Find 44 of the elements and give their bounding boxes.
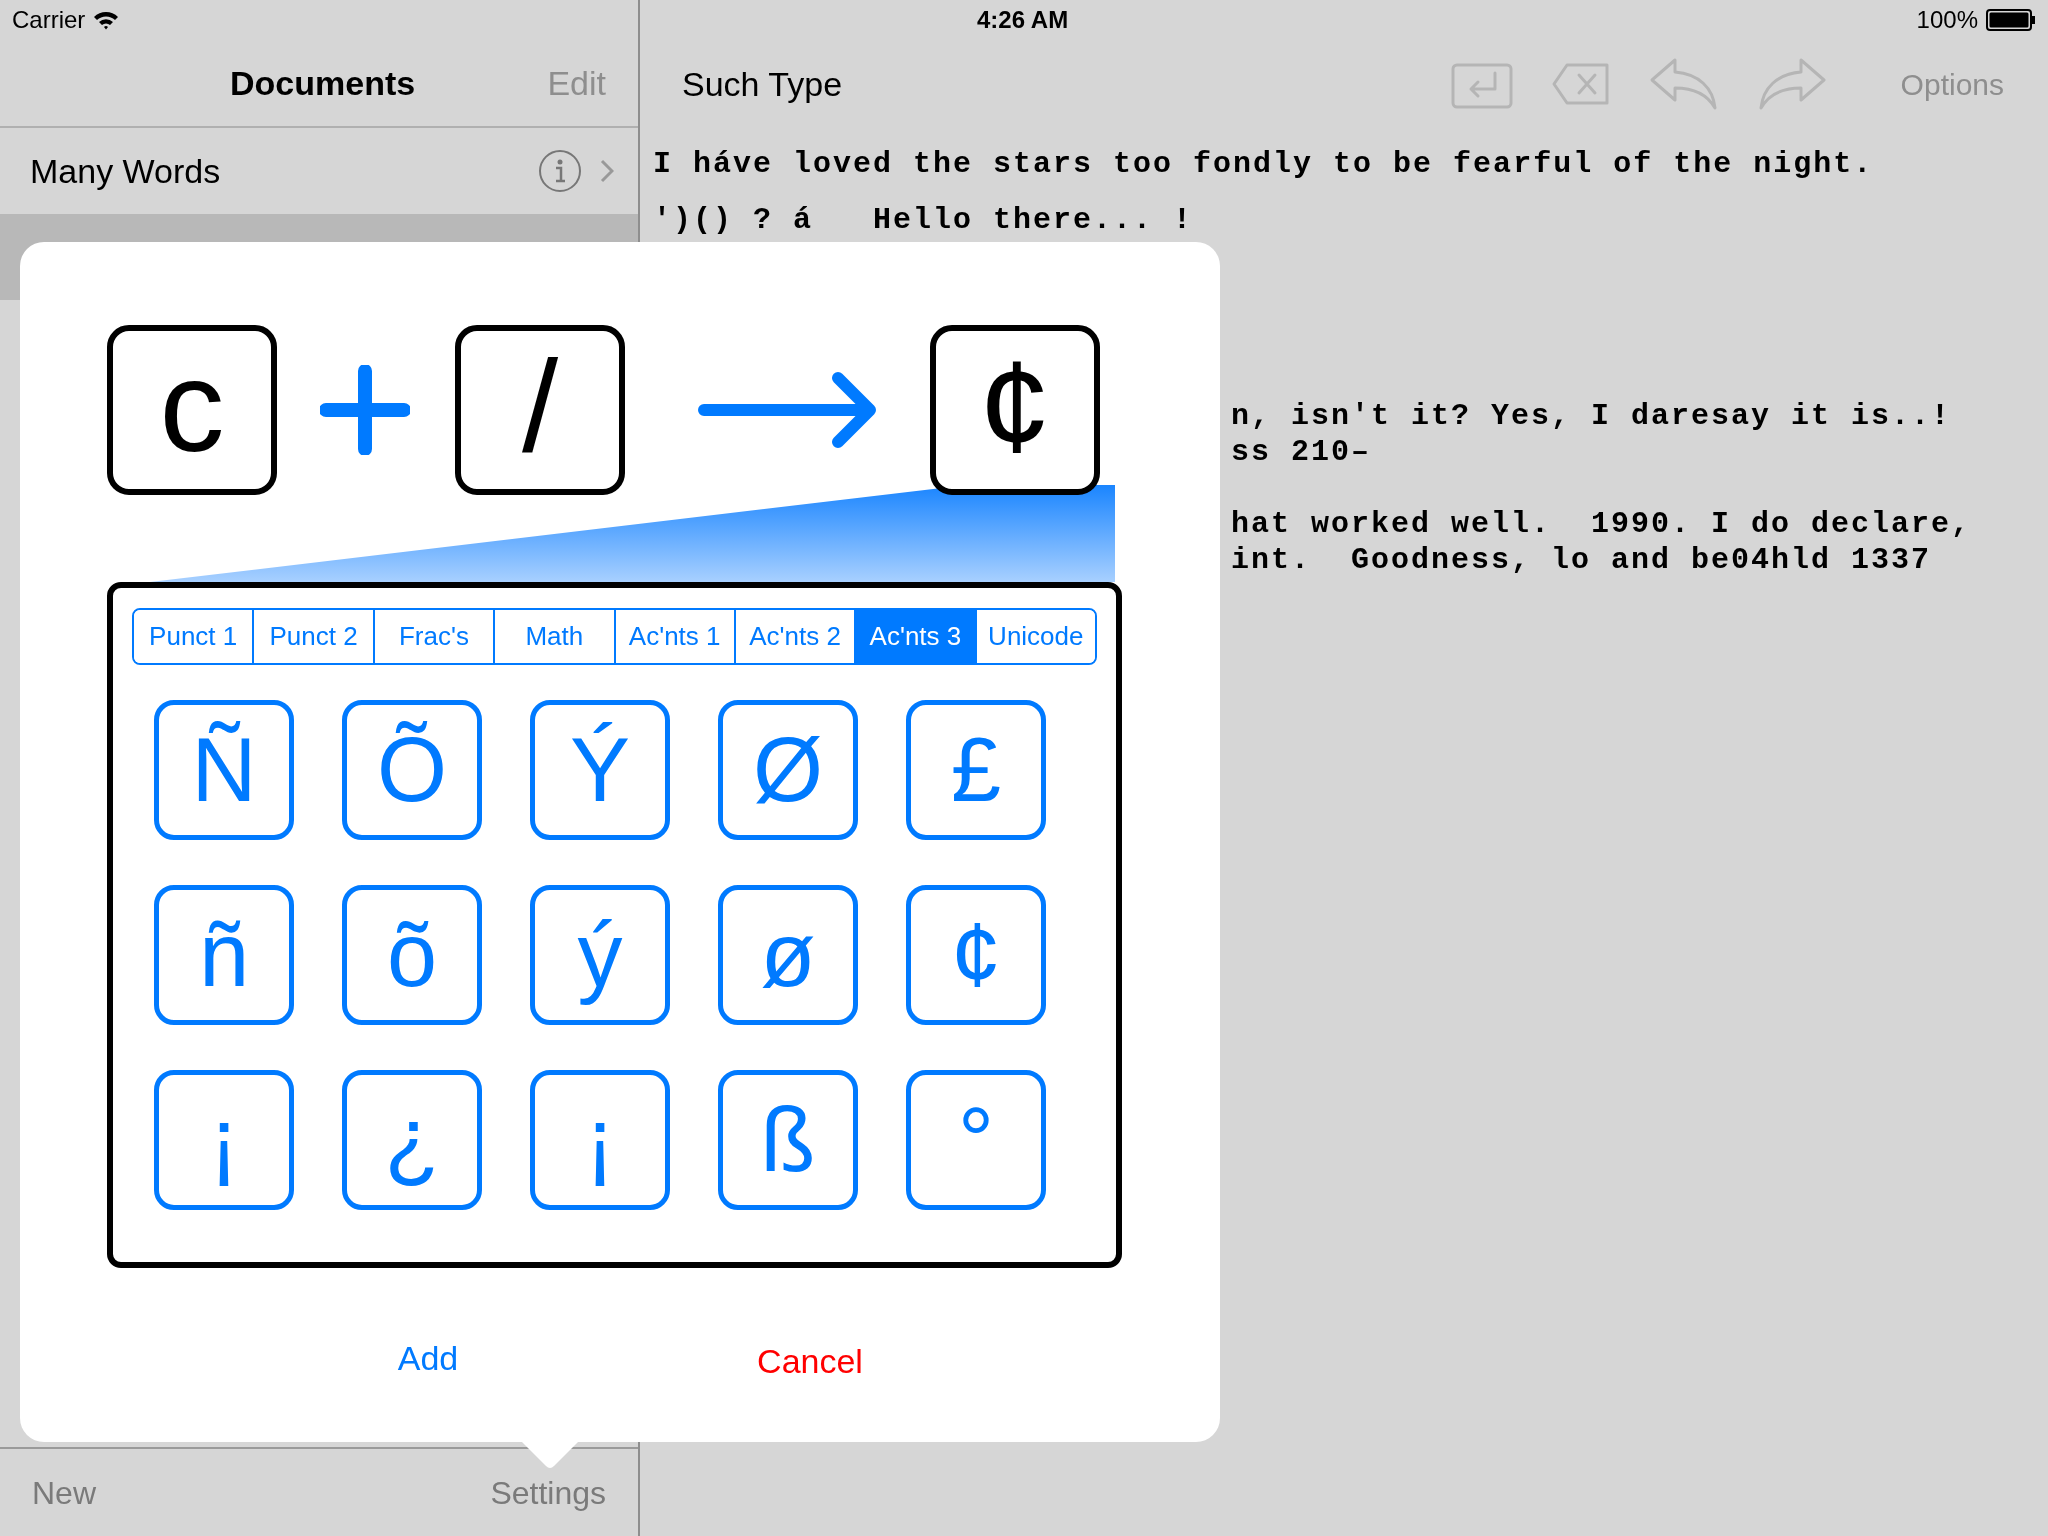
character-key[interactable]: ¡ [530,1070,670,1210]
character-key[interactable]: ø [718,885,858,1025]
document-name: Such Type [682,63,843,105]
battery-icon [1986,9,2036,31]
key-cap: c [107,325,277,495]
text-line: n, isn't it? Yes, I daresay it is..! [1231,398,1952,434]
character-key[interactable]: ¢ [906,885,1046,1025]
text-line: ss 210– [1231,434,1372,470]
new-button[interactable]: New [32,1468,96,1517]
edit-button[interactable]: Edit [547,57,606,109]
character-key[interactable]: Õ [342,700,482,840]
result-key-cap: ¢ [930,325,1100,495]
category-tab[interactable]: Ac'nts 3 [854,610,975,663]
character-key[interactable]: ñ [154,885,294,1025]
text-line: hat worked well. 1990. I do declare, [1231,506,1972,542]
character-key[interactable]: ý [530,885,670,1025]
plus-icon [320,365,410,455]
carrier-label: Carrier [12,5,86,35]
battery-percent: 100% [1916,5,1978,35]
character-key[interactable]: ß [718,1070,858,1210]
chevron-right-icon [600,159,614,183]
character-key[interactable]: ° [906,1070,1046,1210]
category-tab[interactable]: Unicode [974,610,1095,663]
character-key[interactable]: Ñ [154,700,294,840]
text-line: int. Goodness, lo and be04hld 1337 [1231,542,1932,578]
character-key[interactable]: ¿ [342,1070,482,1210]
settings-button[interactable]: Settings [490,1468,606,1517]
wifi-icon [93,10,120,30]
info-icon[interactable] [538,149,582,193]
right-arrow-icon [698,370,878,450]
options-button[interactable]: Options [1900,61,2004,107]
document-title: Many Words [30,150,221,192]
text-line: ')() ? á Hello there... ! [653,202,1194,238]
sidebar-title: Documents [230,62,416,104]
character-key[interactable]: õ [342,885,482,1025]
text-line: I háve loved the stars too fondly to be fearful of the night. [653,146,1874,182]
character-key[interactable]: £ [906,700,1046,840]
cancel-button[interactable]: Cancel [710,1336,910,1387]
clock-time: 4:26 AM [977,5,1069,35]
character-key[interactable]: Ý [530,700,670,840]
key-cap: / [455,325,625,495]
character-key[interactable]: ¡ [154,1070,294,1210]
add-button[interactable]: Add [328,1330,528,1387]
character-key[interactable]: Ø [718,700,858,840]
